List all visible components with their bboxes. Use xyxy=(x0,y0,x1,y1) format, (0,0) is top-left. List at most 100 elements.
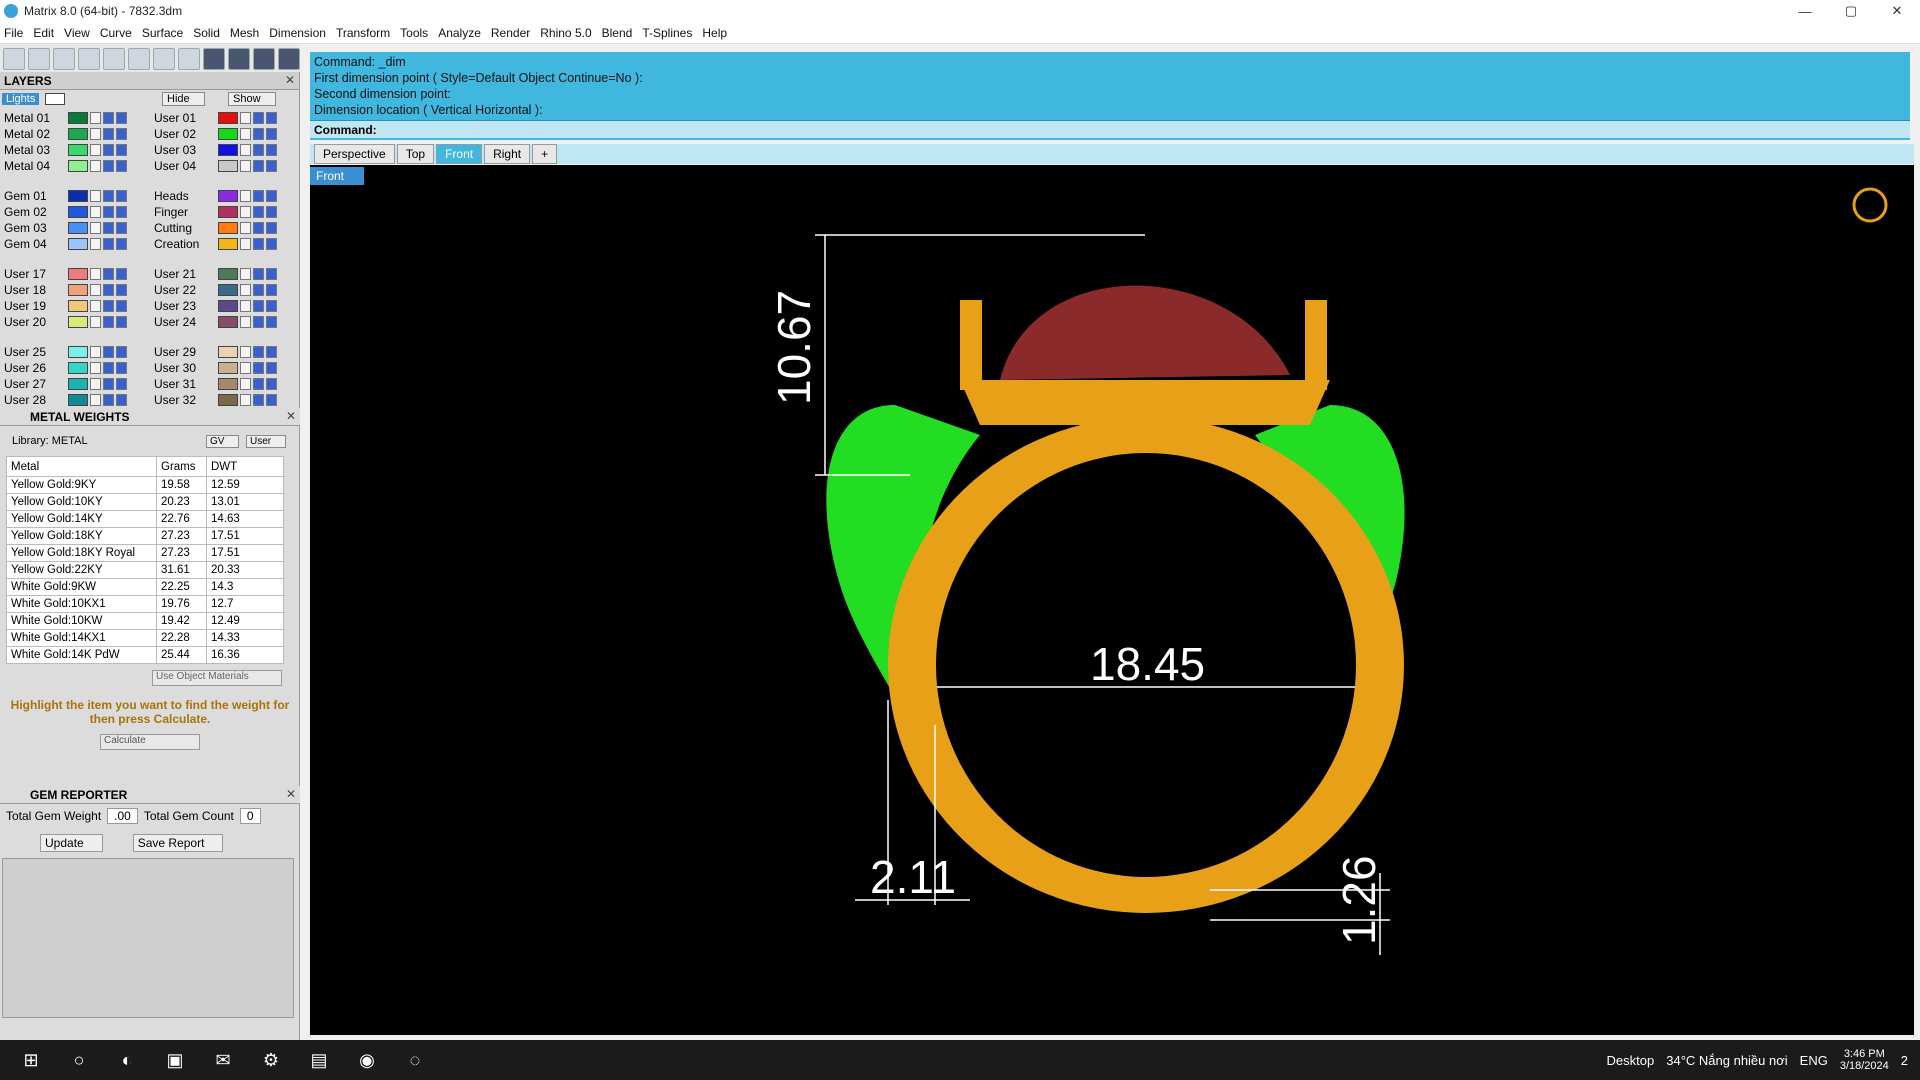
visibility-icon[interactable] xyxy=(103,144,114,156)
current-icon[interactable] xyxy=(266,268,277,280)
update-button[interactable]: Update xyxy=(40,834,103,852)
table-row[interactable]: Yellow Gold:18KY 27.23 17.51 xyxy=(6,527,284,545)
start-icon[interactable]: ⊞ xyxy=(14,1043,48,1077)
visibility-icon[interactable] xyxy=(103,362,114,374)
layer-color-swatch[interactable] xyxy=(218,190,238,202)
menu-render[interactable]: Render xyxy=(491,26,530,40)
layer-row[interactable]: User 30 xyxy=(150,360,277,376)
visibility-icon[interactable] xyxy=(103,222,114,234)
current-icon[interactable] xyxy=(266,284,277,296)
visibility-icon[interactable] xyxy=(253,346,264,358)
current-icon[interactable] xyxy=(266,300,277,312)
close-button[interactable]: ✕ xyxy=(1874,0,1920,22)
lock-icon[interactable] xyxy=(240,394,251,406)
visibility-icon[interactable] xyxy=(103,394,114,406)
layer-row[interactable]: Metal 03 xyxy=(0,142,127,158)
metal-weights-close-icon[interactable]: ✕ xyxy=(286,409,296,423)
tab-right[interactable]: Right xyxy=(484,144,531,164)
visibility-icon[interactable] xyxy=(103,316,114,328)
layer-color-swatch[interactable] xyxy=(218,160,238,172)
layer-color-swatch[interactable] xyxy=(68,394,88,406)
lock-icon[interactable] xyxy=(90,394,101,406)
calculator-tool-icon[interactable] xyxy=(178,48,200,70)
table-row[interactable]: Yellow Gold:22KY 31.61 20.33 xyxy=(6,561,284,579)
settings-icon[interactable]: ⚙ xyxy=(254,1043,288,1077)
use-object-materials-checkbox[interactable]: Use Object Materials xyxy=(152,670,282,686)
table-row[interactable]: White Gold:10KX1 19.76 12.7 xyxy=(6,595,284,613)
layer-color-swatch[interactable] xyxy=(218,362,238,374)
lock-icon[interactable] xyxy=(90,190,101,202)
command-line[interactable]: Command: xyxy=(310,120,1910,138)
current-icon[interactable] xyxy=(266,222,277,234)
mail-icon[interactable]: ✉ xyxy=(206,1043,240,1077)
menu-view[interactable]: View xyxy=(64,26,90,40)
layer-color-swatch[interactable] xyxy=(68,190,88,202)
gem-reporter-close-icon[interactable]: ✕ xyxy=(286,787,296,801)
layer-color-swatch[interactable] xyxy=(218,268,238,280)
menu-t-splines[interactable]: T-Splines xyxy=(642,26,692,40)
current-icon[interactable] xyxy=(116,238,127,250)
current-icon[interactable] xyxy=(266,394,277,406)
lock-icon[interactable] xyxy=(90,206,101,218)
layer-row[interactable]: User 20 xyxy=(0,314,127,330)
gem-tool-icon[interactable] xyxy=(53,48,75,70)
lock-icon[interactable] xyxy=(90,378,101,390)
visibility-icon[interactable] xyxy=(103,128,114,140)
layer-color-swatch[interactable] xyxy=(68,362,88,374)
layer-color-swatch[interactable] xyxy=(68,128,88,140)
layer-row[interactable]: User 24 xyxy=(150,314,277,330)
col-metal[interactable]: Metal xyxy=(6,456,157,477)
hide-button[interactable]: Hide xyxy=(162,92,205,106)
layer-color-swatch[interactable] xyxy=(68,112,88,124)
layer-color-swatch[interactable] xyxy=(68,284,88,296)
lock-icon[interactable] xyxy=(240,284,251,296)
lock-icon[interactable] xyxy=(240,112,251,124)
menu-solid[interactable]: Solid xyxy=(193,26,220,40)
table-row[interactable]: Yellow Gold:14KY 22.76 14.63 xyxy=(6,510,284,528)
layer-row[interactable]: Metal 04 xyxy=(0,158,127,174)
visibility-icon[interactable] xyxy=(103,378,114,390)
table-row[interactable]: White Gold:14K PdW 25.44 16.36 xyxy=(6,646,284,664)
layer-row[interactable]: User 25 xyxy=(0,344,127,360)
layer-row[interactable]: User 01 xyxy=(150,110,277,126)
current-icon[interactable] xyxy=(266,362,277,374)
lock-icon[interactable] xyxy=(240,316,251,328)
current-icon[interactable] xyxy=(266,206,277,218)
current-icon[interactable] xyxy=(116,284,127,296)
current-icon[interactable] xyxy=(116,316,127,328)
layer-color-swatch[interactable] xyxy=(218,206,238,218)
current-icon[interactable] xyxy=(266,316,277,328)
layer-color-swatch[interactable] xyxy=(218,112,238,124)
layer-color-swatch[interactable] xyxy=(218,222,238,234)
lock-icon[interactable] xyxy=(90,238,101,250)
app-red-icon[interactable]: ◉ xyxy=(350,1043,384,1077)
visibility-icon[interactable] xyxy=(253,238,264,250)
layer-row[interactable]: User 32 xyxy=(150,392,277,408)
tab-front[interactable]: Front xyxy=(436,144,483,164)
notifications-badge[interactable]: 2 xyxy=(1901,1053,1908,1068)
visibility-icon[interactable] xyxy=(253,268,264,280)
lock-icon[interactable] xyxy=(240,362,251,374)
layer-row[interactable]: Gem 03 xyxy=(0,220,127,236)
snap-tool-icon[interactable] xyxy=(253,48,275,70)
current-icon[interactable] xyxy=(266,128,277,140)
lock-icon[interactable] xyxy=(90,300,101,312)
layer-row[interactable]: User 31 xyxy=(150,376,277,392)
layer-row[interactable]: Gem 04 xyxy=(0,236,127,252)
layer-color-swatch[interactable] xyxy=(218,238,238,250)
current-icon[interactable] xyxy=(116,160,127,172)
lock-icon[interactable] xyxy=(90,128,101,140)
current-icon[interactable] xyxy=(116,144,127,156)
clock[interactable]: 3:46 PM 3/18/2024 xyxy=(1840,1048,1889,1072)
front-viewport[interactable]: 10.67 18.45 2.11 1.26 xyxy=(310,165,1914,1035)
lock-icon[interactable] xyxy=(240,144,251,156)
lock-icon[interactable] xyxy=(240,268,251,280)
lock-icon[interactable] xyxy=(90,346,101,358)
layer-row[interactable]: User 03 xyxy=(150,142,277,158)
col-grams[interactable]: Grams xyxy=(156,456,207,477)
visibility-icon[interactable] xyxy=(253,300,264,312)
calculate-button[interactable]: Calculate xyxy=(100,734,200,750)
lock-icon[interactable] xyxy=(90,268,101,280)
visibility-icon[interactable] xyxy=(103,160,114,172)
layer-row[interactable]: Gem 01 xyxy=(0,188,127,204)
